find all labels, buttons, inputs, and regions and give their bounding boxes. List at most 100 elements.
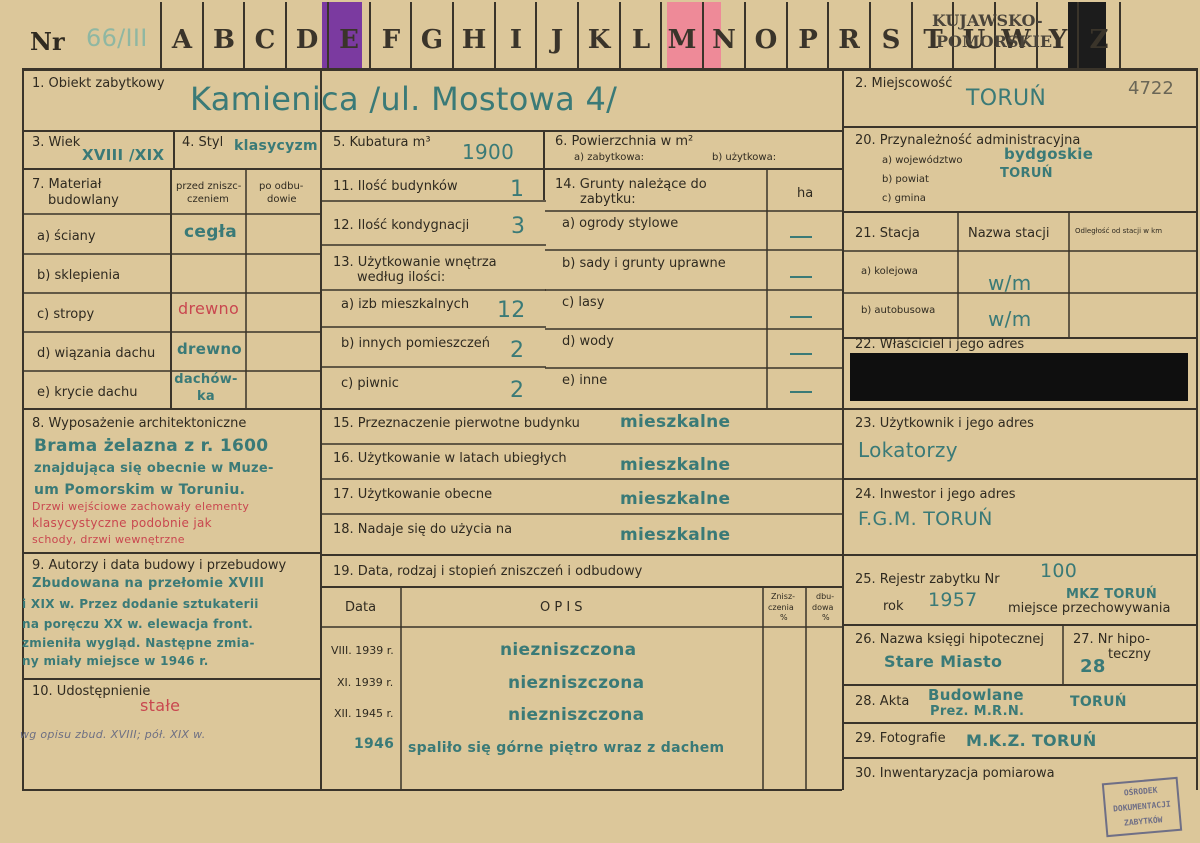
letter-divider [285, 2, 287, 68]
field-1-value: Kamienica /ul. Mostowa 4/ [190, 80, 618, 118]
field-11-label: 11. Ilość budynków [333, 179, 458, 194]
field-1-label: 1. Obiekt zabytkowy [32, 76, 165, 91]
letter-divider [660, 2, 662, 68]
field-26-label: 26. Nazwa księgi hipotecznej [855, 632, 1044, 647]
field-4-label: 4. Styl [182, 135, 224, 150]
region-line1: KUJAWSKO- [932, 11, 1043, 30]
material-row-label: c) stropy [37, 307, 95, 322]
damage-row-date: 1946 [354, 736, 395, 752]
field-6-sub-a: a) zabytkowa: [574, 152, 644, 163]
damage-row-desc: niezniszczona [500, 640, 637, 660]
field-13-label-2: według ilości: [357, 270, 446, 285]
field-7-col-before: przed zniszc- [176, 181, 242, 192]
land-row-label: e) inne [562, 373, 608, 388]
inventory-card: Nr 66/III ABCDEFGHIJKLMNOPRSTUWYZ KUJAWS… [0, 0, 1200, 843]
damage-row-desc: niezniszczona [508, 673, 645, 693]
field-14-label: 14. Grunty należące do [555, 177, 707, 192]
field-16-label: 16. Użytkowanie w latach ubiegłych [333, 451, 567, 466]
field-27-label-2: teczny [1108, 647, 1151, 662]
field-10-label: 10. Udostępnienie [32, 684, 151, 699]
field-10-note: wg opisu zbud. XVIII; pół. XIX w. [20, 728, 206, 741]
field-16-value: mieszkalne [620, 455, 731, 475]
material-row-label: e) krycie dachu [37, 385, 138, 400]
field-30-label: 30. Inwentaryzacja pomiarowa [855, 766, 1055, 781]
material-row-value: cegła [184, 222, 238, 242]
index-letter: I [509, 25, 523, 55]
field-23-value: Lokatorzy [858, 438, 958, 462]
field-15-label: 15. Przeznaczenie pierwotne budynku [333, 416, 580, 431]
land-row-label: a) ogrody stylowe [562, 216, 679, 231]
field-8-text-red: Drzwi wejściowe zachowały elementy [32, 500, 250, 513]
field-21-label: 21. Stacja [855, 226, 920, 241]
material-row-label: d) wiązania dachu [37, 346, 156, 361]
index-letter: G [420, 25, 444, 55]
letter-divider [494, 2, 496, 68]
field-8-text-red: klasycystyczne podobnie jak [32, 516, 212, 530]
field-10-value: stałe [140, 696, 181, 715]
letter-divider [744, 2, 746, 68]
index-letter: K [587, 25, 611, 55]
index-letter: S [881, 25, 901, 55]
field-28-value-2: Prez. M.R.N. [930, 704, 1025, 719]
field-2-value: TORUŃ [966, 86, 1047, 111]
land-row-dash [790, 316, 812, 318]
field-7-col-before-2: czeniem [187, 194, 229, 205]
field-29-value: M.K.Z. TORUŃ [966, 731, 1097, 750]
damage-row-desc: niezniszczona [508, 705, 645, 725]
field-20-a-value: bydgoskie [1004, 145, 1094, 163]
usage-row-label: a) izb mieszkalnych [341, 297, 470, 312]
field-3-value: XVIII /XIX [82, 146, 165, 164]
field-17-label: 17. Użytkowanie obecne [333, 487, 493, 502]
material-row-label: a) ściany [37, 229, 96, 244]
field-7-col-after-2: dowie [267, 194, 297, 205]
field-21-col-distance: Odległość od stacji w km [1075, 227, 1163, 235]
land-row-dash [790, 353, 812, 355]
field-28-value-right: TORUŃ [1070, 694, 1127, 710]
station-row-value: w/m [988, 271, 1032, 295]
field-9-text: ny miały miejsce w 1946 r. [22, 654, 209, 668]
field-22-label: 22. Właściciel i jego adres [855, 337, 1025, 352]
region-line2: POMORSKIE [936, 32, 1053, 51]
field-8-text: znajdująca się obecnie w Muze- [34, 461, 274, 476]
field-19-col-damage-3: % [780, 613, 788, 622]
field-19-label: 19. Data, rodzaj i stopień zniszczeń i o… [333, 564, 643, 579]
letter-divider [577, 2, 579, 68]
land-row-label: c) lasy [562, 295, 605, 310]
index-letter: B [213, 25, 235, 55]
field-25-year: 1957 [928, 589, 978, 611]
field-19-col-damage: Znisz- [771, 592, 796, 601]
usage-row-value: 12 [497, 298, 526, 323]
letter-divider [619, 2, 621, 68]
field-14-unit: ha [797, 186, 814, 201]
index-letter: E [339, 25, 359, 55]
land-row-label: d) wody [562, 334, 614, 349]
index-letter: M [667, 25, 697, 55]
field-27-value: 28 [1080, 656, 1106, 677]
field-19-col-damage-2: czenia [768, 603, 794, 612]
index-letter: H [461, 25, 487, 55]
field-25-place-label: miejsce przechowywania [1008, 601, 1171, 616]
index-letter: C [254, 25, 276, 55]
field-26-value: Stare Miasto [884, 652, 1003, 671]
field-24-label: 24. Inwestor i jego adres [855, 487, 1016, 502]
field-28-value: Budowlane [928, 686, 1024, 704]
material-row-value: drewno [178, 299, 240, 318]
field-5-value: 1900 [462, 140, 515, 164]
nr-value: 66/III [86, 24, 148, 52]
field-19-col-rebuild: dbu- [816, 592, 835, 601]
letter-divider [327, 2, 329, 68]
field-9-text: i XIX w. Przez dodanie sztukaterii [22, 597, 259, 611]
field-19-col-rebuild-3: % [822, 613, 830, 622]
field-20-a: a) województwo [882, 155, 963, 166]
field-8-label: 8. Wyposażenie architektoniczne [32, 416, 247, 431]
field-7-label: 7. Materiał [32, 177, 102, 192]
field-29-label: 29. Fotografie [855, 731, 946, 746]
damage-row-date: XII. 1945 r. [334, 707, 394, 720]
field-12-value: 3 [511, 214, 526, 239]
damage-row-desc: spaliło się górne piętro wraz z dachem [408, 740, 725, 756]
letter-divider [243, 2, 245, 68]
usage-row-value: 2 [510, 378, 525, 403]
field-25-year-label: rok [883, 599, 904, 614]
index-letter: O [754, 25, 778, 55]
index-letter: J [550, 25, 564, 55]
